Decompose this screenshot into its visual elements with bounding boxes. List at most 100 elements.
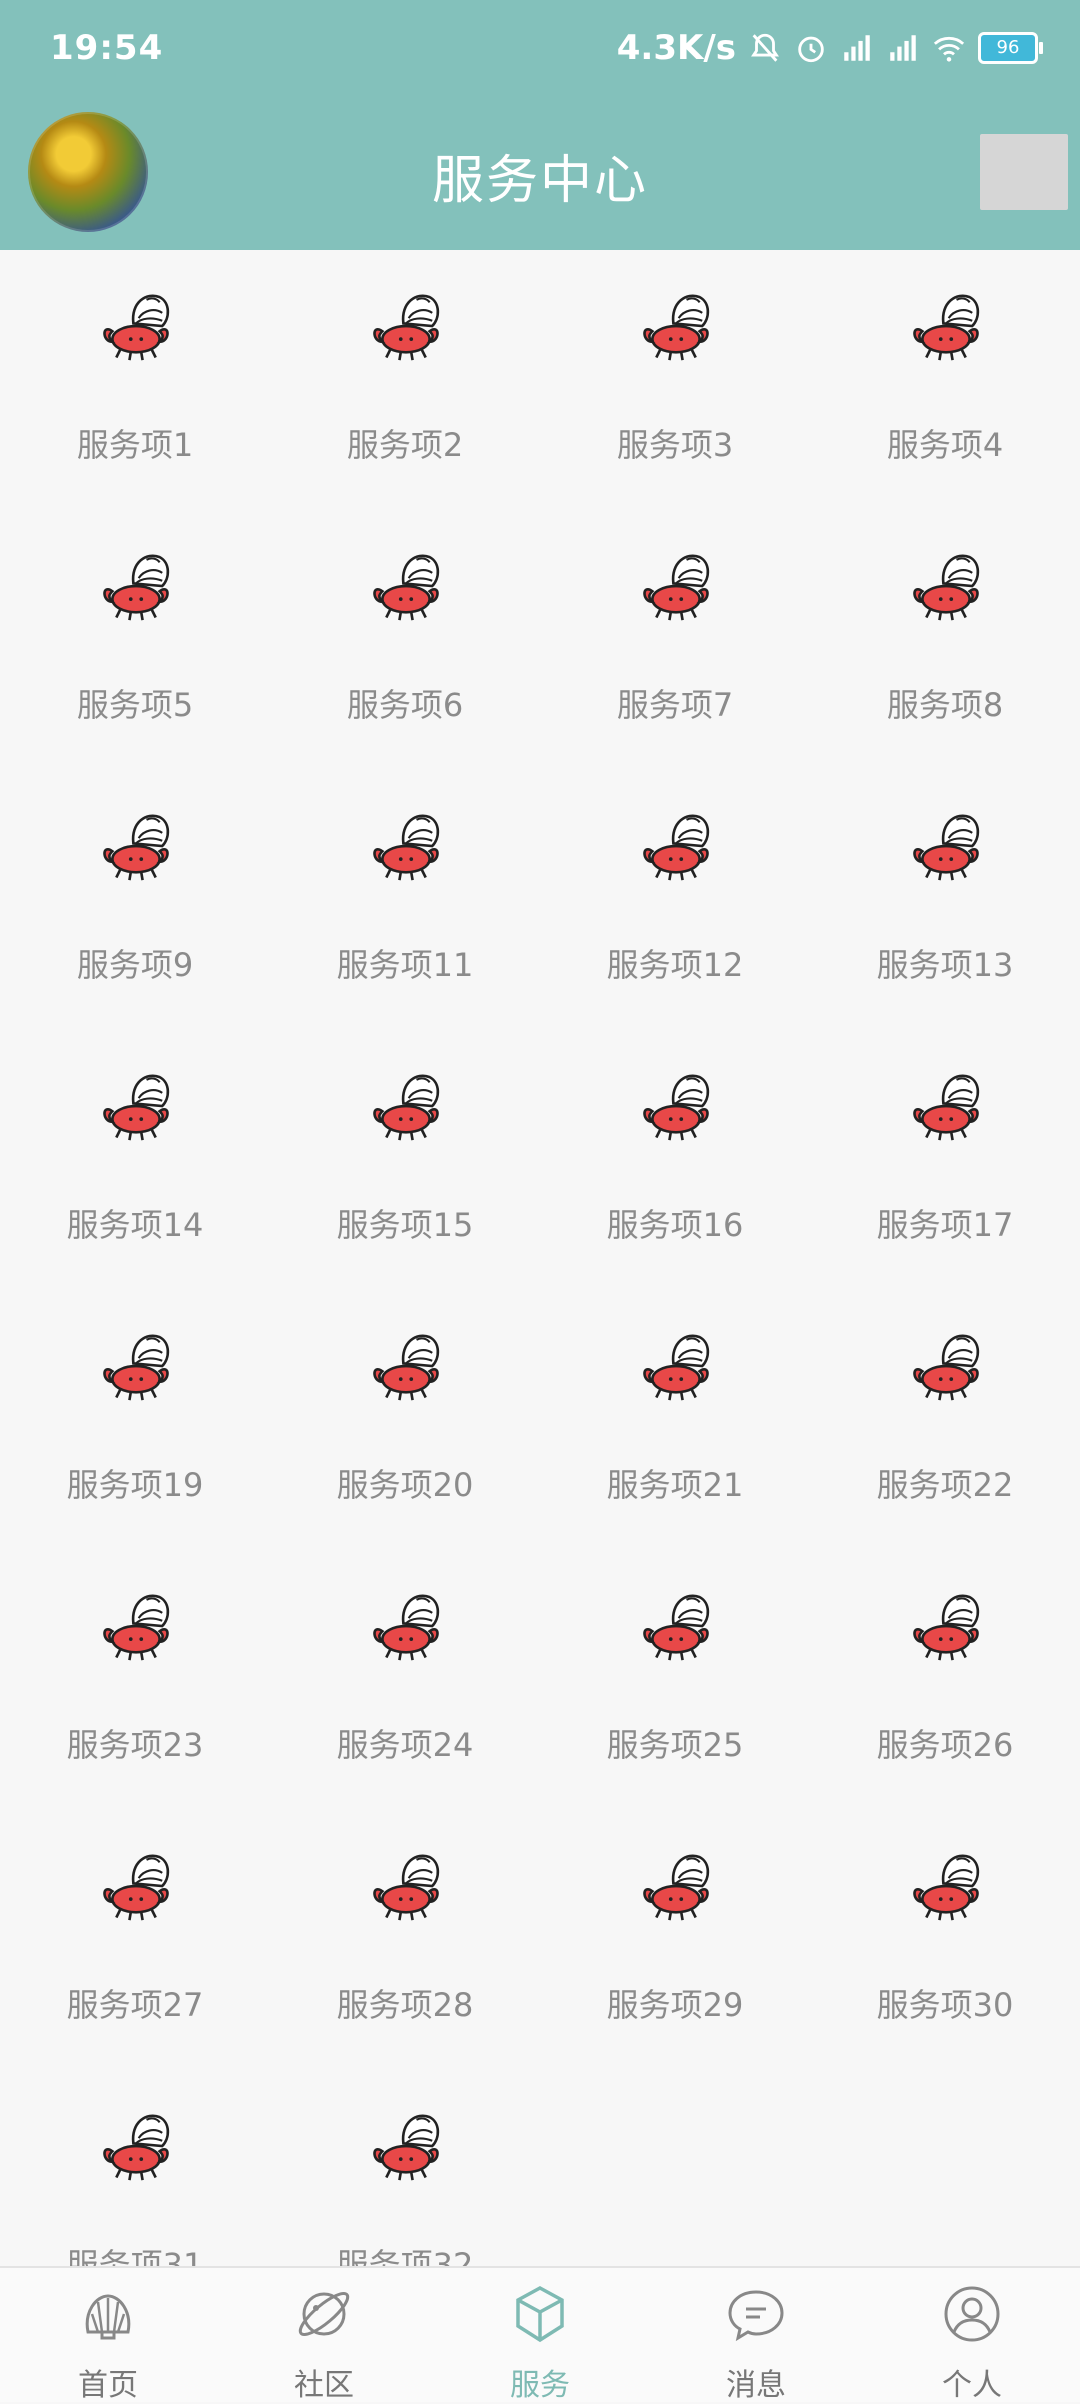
nav-item-2[interactable]: 服务 [432, 2268, 648, 2403]
service-item[interactable]: 服务项26 [810, 1550, 1080, 1810]
chat-icon [728, 2290, 784, 2342]
service-item-label: 服务项14 [66, 1206, 204, 1244]
hermit-crab-icon [643, 814, 710, 881]
hermit-crab-icon [643, 554, 710, 621]
hermit-crab-icon [103, 814, 170, 881]
battery-icon: 96 [978, 32, 1043, 64]
service-item[interactable]: 服务项5 [0, 510, 270, 770]
hermit-crab-icon [643, 1854, 710, 1921]
page-title: 服务中心 [431, 151, 648, 211]
nav-item-1[interactable]: 社区 [216, 2268, 432, 2403]
service-item[interactable]: 服务项32 [270, 2070, 540, 2266]
wifi-icon [933, 36, 965, 62]
service-item[interactable]: 服务项11 [270, 770, 540, 1030]
signal-icon [844, 35, 870, 61]
hermit-crab-icon [643, 1334, 710, 1401]
hermit-crab-icon [913, 814, 980, 881]
service-item-label: 服务项23 [66, 1726, 204, 1764]
hermit-crab-icon [373, 1074, 440, 1141]
service-item[interactable]: 服务项17 [810, 1030, 1080, 1290]
nav-item-label: 消息 [726, 2368, 786, 2403]
service-item-label: 服务项3 [616, 426, 734, 464]
service-item[interactable]: 服务项14 [0, 1030, 270, 1290]
nav-item-3[interactable]: 消息 [648, 2268, 864, 2403]
hermit-crab-icon [103, 2114, 170, 2181]
hermit-crab-icon [913, 1074, 980, 1141]
hermit-crab-icon [103, 554, 170, 621]
nav-item-label: 个人 [942, 2368, 1002, 2403]
hermit-crab-icon [103, 1334, 170, 1401]
nav-item-label: 服务 [510, 2368, 570, 2403]
cube-icon [516, 2286, 564, 2343]
hermit-crab-icon [103, 294, 170, 361]
service-item-label: 服务项30 [876, 1986, 1014, 2024]
hermit-crab-icon [643, 1074, 710, 1141]
service-item[interactable]: 服务项12 [540, 770, 810, 1030]
service-item[interactable]: 服务项31 [0, 2070, 270, 2266]
service-item-label: 服务项8 [886, 686, 1004, 724]
service-item[interactable]: 服务项2 [270, 250, 540, 510]
service-item[interactable]: 服务项25 [540, 1550, 810, 1810]
service-item[interactable]: 服务项24 [270, 1550, 540, 1810]
service-item[interactable]: 服务项23 [0, 1550, 270, 1810]
service-item-label: 服务项26 [876, 1726, 1014, 1764]
hermit-crab-icon [913, 294, 980, 361]
hermit-crab-icon [643, 1594, 710, 1661]
status-time: 19:54 [50, 28, 164, 68]
service-item[interactable]: 服务项21 [540, 1290, 810, 1550]
hermit-crab-icon [373, 1854, 440, 1921]
service-item[interactable]: 服务项9 [0, 770, 270, 1030]
bell-off-icon [751, 33, 779, 62]
service-item-label: 服务项32 [336, 2246, 474, 2266]
service-item[interactable]: 服务项13 [810, 770, 1080, 1030]
service-item-label: 服务项24 [336, 1726, 474, 1764]
service-item-label: 服务项16 [606, 1206, 744, 1244]
header-action-button[interactable] [980, 134, 1068, 210]
service-item-label: 服务项28 [336, 1986, 474, 2024]
planet-icon [298, 2292, 350, 2336]
service-item[interactable]: 服务项16 [540, 1030, 810, 1290]
service-item-label: 服务项22 [876, 1466, 1014, 1504]
hermit-crab-icon [913, 1594, 980, 1661]
service-item-label: 服务项12 [606, 946, 744, 984]
service-item-label: 服务项15 [336, 1206, 474, 1244]
service-item[interactable]: 服务项4 [810, 250, 1080, 510]
service-item[interactable]: 服务项3 [540, 250, 810, 510]
hermit-crab-icon [913, 1334, 980, 1401]
nav-item-4[interactable]: 个人 [864, 2268, 1080, 2403]
service-item-label: 服务项29 [606, 1986, 744, 2024]
nav-item-0[interactable]: 首页 [0, 2268, 216, 2403]
service-item-label: 服务项7 [616, 686, 734, 724]
person-icon [944, 2286, 1000, 2342]
header-bar: 19:54 4.3K/s 96 服务中心 [0, 0, 1080, 250]
service-item-label: 服务项17 [876, 1206, 1014, 1244]
hermit-crab-icon [103, 1594, 170, 1661]
service-item-label: 服务项27 [66, 1986, 204, 2024]
service-grid: 服务项1 服务项2 服务项3 服务项4 服务项5 服务项6 服务项7 服务项8 … [0, 250, 1080, 2266]
service-item-label: 服务项6 [346, 686, 464, 724]
alarm-icon [798, 36, 824, 63]
service-item[interactable]: 服务项1 [0, 250, 270, 510]
service-item[interactable]: 服务项20 [270, 1290, 540, 1550]
service-item[interactable]: 服务项22 [810, 1290, 1080, 1550]
service-item[interactable]: 服务项7 [540, 510, 810, 770]
service-item-label: 服务项9 [76, 946, 194, 984]
service-item[interactable]: 服务项8 [810, 510, 1080, 770]
service-item-label: 服务项21 [606, 1466, 744, 1504]
service-item[interactable]: 服务项27 [0, 1810, 270, 2070]
bottom-nav: 首页 社区 服务 消息 个人 [0, 2266, 1080, 2403]
nav-item-label: 社区 [294, 2368, 354, 2403]
service-item[interactable]: 服务项29 [540, 1810, 810, 2070]
hermit-crab-icon [103, 1074, 170, 1141]
service-item[interactable]: 服务项28 [270, 1810, 540, 2070]
service-item-label: 服务项25 [606, 1726, 744, 1764]
service-item[interactable]: 服务项19 [0, 1290, 270, 1550]
hermit-crab-icon [373, 554, 440, 621]
service-item[interactable]: 服务项6 [270, 510, 540, 770]
hermit-crab-icon [643, 294, 710, 361]
service-item-label: 服务项1 [76, 426, 194, 464]
service-item-label: 服务项20 [336, 1466, 474, 1504]
status-bar: 19:54 4.3K/s 96 [0, 0, 1080, 96]
service-item[interactable]: 服务项30 [810, 1810, 1080, 2070]
service-item[interactable]: 服务项15 [270, 1030, 540, 1290]
